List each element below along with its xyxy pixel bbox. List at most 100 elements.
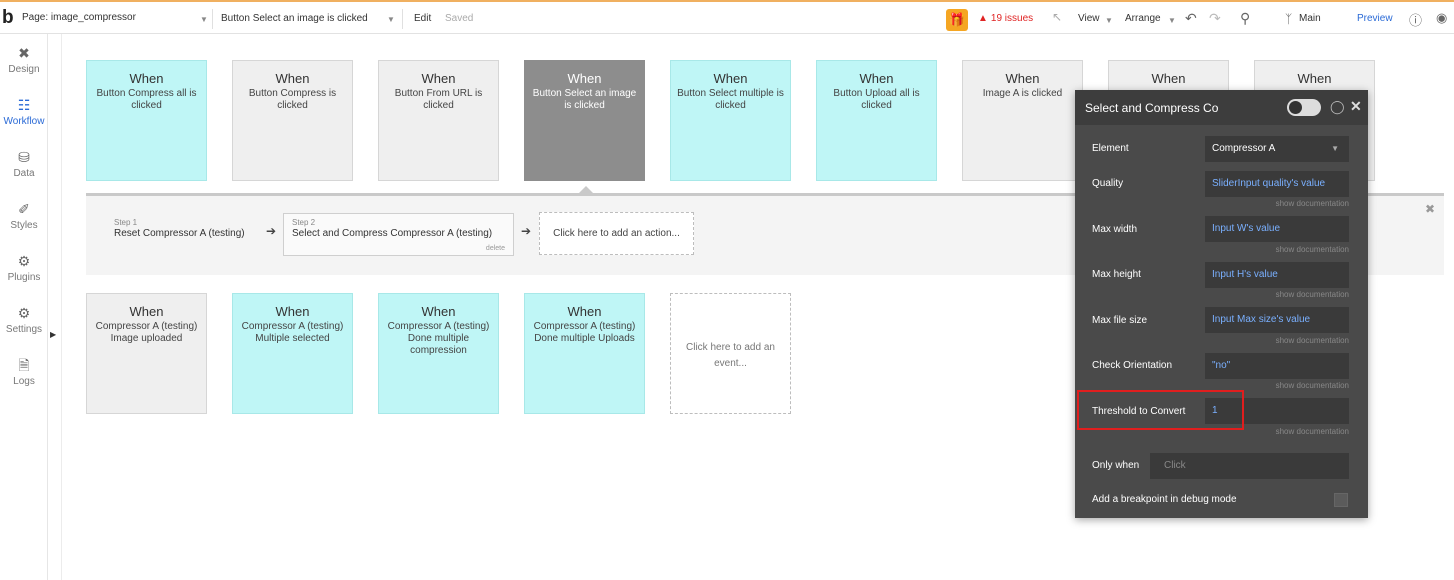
show-documentation-link[interactable]: show documentation [1205, 245, 1349, 254]
logs-icon: 🗎 [18, 357, 30, 373]
event-card[interactable]: When Compressor A (testing) Done multipl… [524, 293, 645, 414]
delete-step-link[interactable]: delete [486, 245, 505, 252]
breakpoint-label: Add a breakpoint in debug mode [1092, 494, 1237, 505]
event-description: Image A is clicked [982, 88, 1063, 99]
step-content: Step 2 Select and Compress Compressor A … [292, 218, 492, 239]
only-when-label: Only when [1092, 460, 1140, 471]
warning-icon: ▲ [978, 13, 988, 24]
plugins-icon: ⚙ [17, 253, 31, 269]
show-documentation-link[interactable]: show documentation [1205, 199, 1349, 208]
event-card[interactable]: When Compressor A (testing) Image upload… [86, 293, 207, 414]
panel-title: Select and Compress Co [1085, 101, 1219, 115]
max-height-field[interactable]: Input H's value [1205, 262, 1349, 288]
page-selector[interactable]: Page: image_compressor [22, 12, 136, 23]
max-file-size-field[interactable]: Input Max size's value [1205, 307, 1349, 333]
action-step-2[interactable]: Step 2 Select and Compress Compressor A … [283, 213, 514, 256]
divider [402, 9, 403, 29]
event-when-label: When [129, 304, 164, 319]
preview-link[interactable]: Preview [1357, 13, 1393, 24]
check-orientation-field[interactable]: "no" [1205, 353, 1349, 379]
event-description: Button Compress is clicked [248, 88, 337, 111]
branch-name[interactable]: Main [1299, 13, 1321, 24]
max-height-label: Max height [1092, 269, 1141, 280]
event-selector[interactable]: Button Select an image is clicked [221, 13, 368, 24]
event-when-label: When [567, 71, 602, 86]
undo-icon[interactable]: ↶ [1185, 10, 1197, 27]
close-icon[interactable]: ✕ [1350, 98, 1362, 115]
event-description: Button Compress all is clicked [96, 88, 197, 111]
event-card[interactable]: When Button Compress is clicked [232, 60, 353, 181]
show-documentation-link[interactable]: show documentation [1205, 336, 1349, 345]
show-documentation-link[interactable]: show documentation [1205, 290, 1349, 299]
event-when-label: When [713, 71, 748, 86]
event-when-label: When [1297, 71, 1332, 86]
chevron-down-icon[interactable]: ▼ [387, 15, 395, 24]
comment-icon[interactable]: ◯ [1330, 99, 1345, 115]
search-icon[interactable]: ⚲ [1240, 10, 1250, 27]
issues-indicator[interactable]: ▲ 19 issues [978, 13, 1033, 24]
help-icon[interactable]: ⓘ [1409, 10, 1422, 29]
event-when-label: When [421, 304, 456, 319]
divider [61, 34, 62, 580]
gift-icon[interactable]: 🎁 [946, 9, 968, 31]
show-documentation-link[interactable]: show documentation [1205, 381, 1349, 390]
step-text: Reset Compressor A (testing) [114, 228, 245, 239]
branch-icon: ᛉ [1285, 12, 1293, 26]
sidebar-item-workflow[interactable]: ☷ Workflow [0, 96, 48, 127]
max-width-label: Max width [1092, 224, 1138, 235]
enable-toggle[interactable] [1287, 99, 1321, 116]
workflow-icon: ☷ [17, 97, 31, 113]
event-card[interactable]: When Button Upload all is clicked [816, 60, 937, 181]
top-bar: b Page: image_compressor ▼ Button Select… [0, 0, 1454, 34]
event-description [1255, 86, 1374, 88]
sidebar-item-plugins[interactable]: ⚙ Plugins [0, 252, 48, 283]
chevron-down-icon[interactable]: ▼ [1105, 16, 1113, 25]
arrange-menu[interactable]: Arrange [1125, 13, 1161, 24]
redo-icon[interactable]: ↷ [1209, 10, 1221, 27]
add-event-button[interactable]: Click here to add an event... [670, 293, 791, 414]
event-description: Compressor A (testing) Multiple selected [241, 321, 344, 344]
add-event-label: Click here to add an event... [686, 342, 775, 369]
event-card[interactable]: When Compressor A (testing) Done multipl… [378, 293, 499, 414]
event-card[interactable]: When Button Select multiple is clicked [670, 60, 791, 181]
event-card-selected[interactable]: When Button Select an image is clicked [524, 60, 645, 181]
event-card[interactable]: When Button Compress all is clicked [86, 60, 207, 181]
sidebar-item-logs[interactable]: 🗎 Logs [0, 356, 48, 387]
sidebar-item-data[interactable]: ⛁ Data [0, 148, 48, 179]
cursor-icon[interactable]: ↖ [1052, 10, 1062, 24]
event-card[interactable]: When Image A is clicked [962, 60, 1083, 181]
chevron-down-icon[interactable]: ▼ [1168, 16, 1176, 25]
sidebar-item-styles[interactable]: ✐ Styles [0, 200, 48, 231]
sidebar-item-design[interactable]: ✖ Design [0, 44, 48, 75]
add-action-button[interactable]: Click here to add an action... [539, 212, 694, 255]
styles-icon: ✐ [18, 201, 30, 217]
quality-label: Quality [1092, 178, 1124, 189]
event-description: Button Upload all is clicked [833, 88, 920, 111]
panel-header: Select and Compress Co ◯ ✕ [1075, 90, 1368, 125]
view-menu[interactable]: View [1078, 13, 1100, 24]
only-when-field[interactable]: Click [1150, 453, 1349, 479]
chevron-down-icon[interactable]: ▼ [200, 15, 208, 24]
sidebar-item-settings[interactable]: ⚙ Settings [0, 304, 48, 335]
max-file-size-label: Max file size [1092, 315, 1148, 326]
expand-arrow-icon[interactable]: ▶ [50, 330, 56, 339]
element-dropdown[interactable]: Compressor A ▼ [1205, 136, 1349, 162]
event-when-label: When [567, 304, 602, 319]
account-icon[interactable]: ◉ [1436, 10, 1447, 26]
bubble-logo[interactable]: b [2, 8, 14, 28]
breakpoint-checkbox[interactable] [1334, 493, 1348, 507]
event-card[interactable]: When Compressor A (testing) Multiple sel… [232, 293, 353, 414]
edit-menu[interactable]: Edit [414, 13, 431, 24]
max-width-field[interactable]: Input W's value [1205, 216, 1349, 242]
action-step-1[interactable]: Step 1 Reset Compressor A (testing) [114, 218, 245, 239]
event-when-label: When [275, 71, 310, 86]
element-label: Element [1092, 143, 1129, 154]
design-icon: ✖ [18, 45, 30, 61]
close-icon[interactable]: ✖ [1425, 202, 1435, 216]
quality-field[interactable]: SliderInput quality's value [1205, 171, 1349, 197]
action-property-panel: Select and Compress Co ◯ ✕ Element Compr… [1075, 90, 1368, 518]
sidebar-item-label: Workflow [3, 116, 45, 127]
event-when-label: When [275, 304, 310, 319]
event-card[interactable]: When Button From URL is clicked [378, 60, 499, 181]
saved-status: Saved [445, 13, 474, 24]
